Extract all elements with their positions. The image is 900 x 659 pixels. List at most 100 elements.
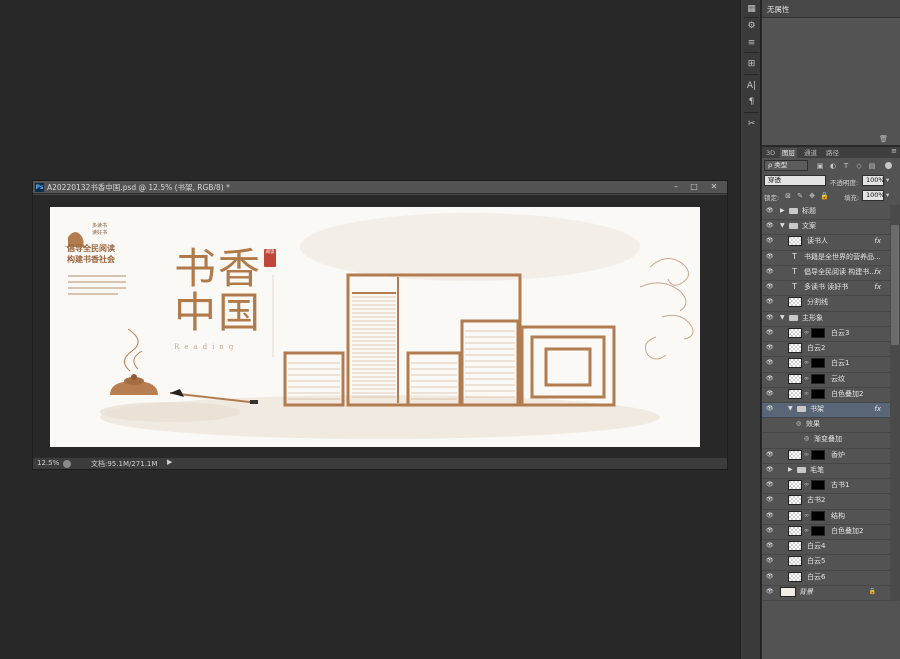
panel-menu-icon[interactable]: ≡	[891, 147, 897, 155]
layer-effects-icon[interactable]: fx	[874, 236, 881, 246]
collapse-arrow-icon[interactable]: ▼	[780, 313, 785, 323]
visibility-eye-icon[interactable]: 👁	[766, 253, 776, 261]
collapse-arrow-icon[interactable]: ▼	[780, 221, 785, 231]
filter-shape-icon[interactable]: ◇	[855, 162, 863, 170]
filter-adjustment-icon[interactable]: ◐	[829, 162, 837, 170]
visibility-eye-icon[interactable]: 👁	[766, 207, 776, 215]
layers-scrollbar[interactable]	[890, 205, 900, 601]
layer-row[interactable]: 👁 读书人 fx	[762, 235, 890, 251]
layer-row[interactable]: 👁 T 多读书 读好书 fx	[762, 281, 890, 297]
lock-image-icon[interactable]: ✎	[796, 192, 804, 200]
maximize-button[interactable]: □	[685, 182, 703, 192]
visibility-eye-icon[interactable]: 👁	[766, 481, 776, 489]
mask-link-icon[interactable]: ∞	[804, 512, 809, 519]
visibility-eye-icon[interactable]: 👁	[766, 268, 776, 276]
filter-toggle-icon[interactable]	[885, 162, 892, 169]
opacity-input[interactable]: 100%	[862, 175, 885, 186]
filter-type-icon[interactable]: T	[842, 162, 850, 170]
paths-icon[interactable]: ⚙	[745, 20, 758, 32]
layer-mask-thumbnail[interactable]	[811, 525, 825, 536]
visibility-eye-icon[interactable]: 👁	[766, 314, 776, 322]
mask-link-icon[interactable]: ∞	[804, 451, 809, 458]
mask-link-icon[interactable]: ∞	[804, 359, 809, 366]
layer-mask-thumbnail[interactable]	[811, 373, 825, 384]
visibility-eye-icon[interactable]: 👁	[766, 375, 776, 383]
filter-smart-object-icon[interactable]: ▤	[868, 162, 876, 170]
tab-channels[interactable]: 通道	[802, 148, 819, 158]
layer-row[interactable]: 👁 ∞ 白云3	[762, 327, 890, 343]
tab-layers[interactable]: 图层	[780, 148, 797, 158]
tab-paths[interactable]: 路径	[824, 148, 841, 158]
status-menu-arrow-icon[interactable]: ▶	[167, 458, 172, 466]
mask-link-icon[interactable]: ∞	[804, 390, 809, 397]
visibility-eye-icon[interactable]: 👁	[766, 390, 776, 398]
visibility-eye-icon[interactable]: 👁	[766, 222, 776, 230]
visibility-eye-icon[interactable]: 👁	[766, 512, 776, 520]
mask-link-icon[interactable]: ∞	[804, 375, 809, 382]
history-icon[interactable]: ▦	[745, 3, 758, 15]
layer-row[interactable]: 👁 ▼ 主形象	[762, 312, 890, 327]
opacity-dropdown-icon[interactable]: ▾	[886, 176, 889, 184]
layer-mask-thumbnail[interactable]	[811, 358, 825, 369]
layer-row[interactable]: 👁 ∞ 古书1	[762, 479, 890, 495]
layer-row[interactable]: 👁 白云6	[762, 571, 890, 586]
layer-mask-thumbnail[interactable]	[811, 327, 825, 338]
layer-mask-thumbnail[interactable]	[811, 449, 825, 460]
paragraph-icon[interactable]: ¶	[745, 96, 758, 108]
adjustments-icon[interactable]: ≡	[745, 37, 758, 49]
document-window[interactable]: Ps A20220132书香中国.psd @ 12.5% (书架, RGB/8)…	[32, 180, 728, 470]
layer-row[interactable]: 👁 分割线	[762, 296, 890, 312]
layer-mask-thumbnail[interactable]	[811, 480, 825, 491]
layer-row[interactable]: 👁 ∞ 结构	[762, 510, 890, 525]
visibility-eye-icon[interactable]: 👁	[766, 527, 776, 535]
layer-mask-thumbnail[interactable]	[811, 388, 825, 399]
fill-input[interactable]: 100%	[862, 190, 885, 201]
effect-icon[interactable]: ◎	[804, 434, 809, 444]
visibility-eye-icon[interactable]: 👁	[766, 466, 776, 474]
visibility-eye-icon[interactable]: 👁	[766, 237, 776, 245]
layer-row[interactable]: 👁 白云2	[762, 342, 890, 358]
layer-row[interactable]: 👁 ▶ 毛笔	[762, 464, 890, 480]
visibility-eye-icon[interactable]: 👁	[766, 573, 776, 581]
layer-effects-icon[interactable]: fx	[874, 282, 881, 292]
visibility-eye-icon[interactable]: 👁	[766, 344, 776, 352]
layer-row[interactable]: 👁 白云4	[762, 540, 890, 556]
mask-link-icon[interactable]: ∞	[804, 329, 809, 336]
tab-3d[interactable]: 3D	[764, 148, 777, 158]
layer-row[interactable]: 👁 ∞ 白色叠加2	[762, 388, 890, 403]
layer-row[interactable]: 👁 ▼ 文案	[762, 220, 890, 236]
tools-icon[interactable]: ✂	[745, 118, 758, 130]
lock-all-icon[interactable]: 🔒	[820, 192, 829, 200]
collapse-arrow-icon[interactable]: ▼	[788, 404, 793, 414]
layer-row[interactable]: 👁 背景 🔒	[762, 586, 890, 601]
layer-row[interactable]: ◎ 效果	[762, 418, 890, 434]
visibility-eye-icon[interactable]: 👁	[766, 283, 776, 291]
filter-pixel-icon[interactable]: ▣	[816, 162, 824, 170]
blend-mode-select[interactable]: 穿透	[764, 175, 826, 186]
visibility-eye-icon[interactable]: 👁	[766, 405, 776, 413]
character-icon[interactable]: A|	[745, 80, 758, 92]
layer-effects-icon[interactable]: fx	[874, 404, 881, 414]
filter-kind-select[interactable]: ρ 类型	[764, 160, 808, 171]
layer-row[interactable]: ◎ 渐变叠加	[762, 433, 890, 449]
layer-mask-thumbnail[interactable]	[811, 510, 825, 521]
background-lock-icon[interactable]: 🔒	[869, 587, 876, 597]
visibility-eye-icon[interactable]: 👁	[766, 588, 776, 596]
visibility-eye-icon[interactable]: 👁	[766, 542, 776, 550]
expand-arrow-icon[interactable]: ▶	[780, 206, 785, 216]
close-button[interactable]: ✕	[705, 182, 723, 192]
mask-link-icon[interactable]: ∞	[804, 481, 809, 488]
layer-row[interactable]: 👁 ∞ 白云1	[762, 357, 890, 373]
layer-row[interactable]: 👁 ∞ 云纹	[762, 373, 890, 388]
layer-row[interactable]: 👁 ∞ 香炉	[762, 449, 890, 464]
layer-row[interactable]: 👁 白云5	[762, 555, 890, 571]
status-indicator-icon[interactable]	[63, 460, 71, 468]
effect-icon[interactable]: ◎	[796, 419, 801, 429]
minimize-button[interactable]: –	[667, 182, 685, 192]
visibility-eye-icon[interactable]: 👁	[766, 451, 776, 459]
properties-trash-icon[interactable]: 🗑	[879, 135, 888, 143]
mask-link-icon[interactable]: ∞	[804, 527, 809, 534]
visibility-eye-icon[interactable]: 👁	[766, 359, 776, 367]
visibility-eye-icon[interactable]: 👁	[766, 298, 776, 306]
layer-row[interactable]: 👁 古书2	[762, 494, 890, 510]
